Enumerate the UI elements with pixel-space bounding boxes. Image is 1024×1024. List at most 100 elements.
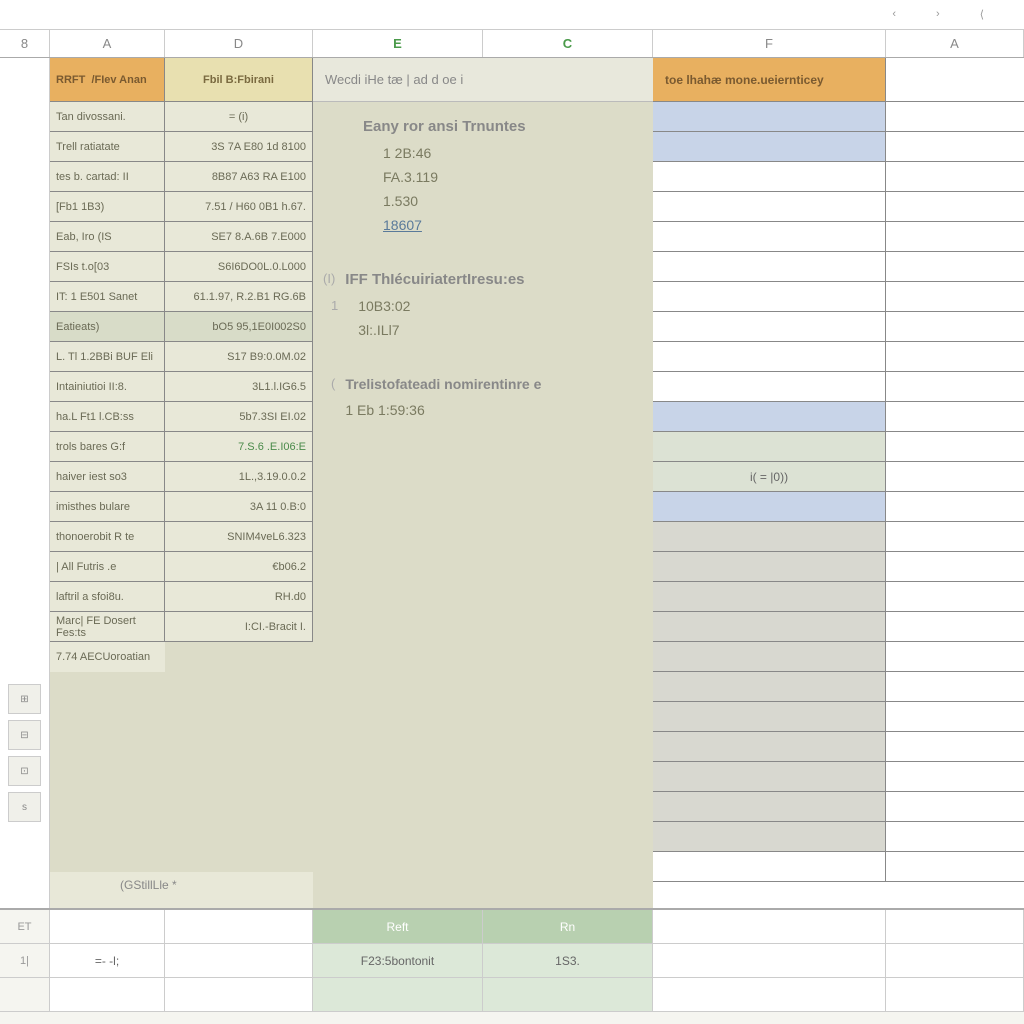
grid-cell[interactable] [886, 102, 1024, 131]
grid-cell[interactable] [886, 910, 1024, 943]
grid-cell[interactable] [886, 222, 1024, 251]
grid-cell[interactable] [653, 910, 886, 943]
grid-cell[interactable] [653, 552, 886, 581]
table-cell-label[interactable]: IT: 1 E501 Sanet [50, 282, 165, 311]
grid-cell[interactable] [653, 492, 886, 521]
table-cell-value[interactable]: bO5 95,1E0I002S0 [165, 312, 313, 341]
table-cell-label[interactable]: Eatieats) [50, 312, 165, 341]
grid-cell[interactable] [653, 432, 886, 461]
grid-cell[interactable] [653, 822, 886, 851]
grid-cell[interactable] [886, 702, 1024, 731]
grid-cell[interactable] [653, 792, 886, 821]
grid-cell[interactable] [886, 672, 1024, 701]
grid-cell[interactable] [886, 462, 1024, 491]
table-cell-label[interactable]: haiver iest so3 [50, 462, 165, 491]
grid-cell[interactable] [886, 792, 1024, 821]
sheet-tab-label[interactable]: (GStillLle * [50, 872, 313, 896]
col-header-c[interactable]: C [483, 30, 653, 57]
grid-cell[interactable] [653, 342, 886, 371]
col-header-f[interactable]: F [653, 30, 886, 57]
col-header-a[interactable]: A [50, 30, 165, 57]
table-cell-value[interactable]: SE7 8.A.6B 7.E000 [165, 222, 313, 251]
grid-header[interactable]: Rn [483, 910, 653, 943]
grid-cell[interactable] [886, 944, 1024, 977]
grid-cell[interactable] [886, 492, 1024, 521]
table-cell-label[interactable]: trols bares G:f [50, 432, 165, 461]
grid-cell[interactable] [886, 252, 1024, 281]
table-cell-value[interactable]: 3S 7A E80 1d 8100 [165, 132, 313, 161]
gutter-button[interactable]: s [8, 792, 41, 822]
table-cell-value[interactable]: I:CI.-Bracit I. [165, 612, 313, 641]
grid-cell[interactable] [886, 192, 1024, 221]
grid-cell[interactable] [886, 312, 1024, 341]
grid-cell[interactable] [165, 910, 313, 943]
table-cell-label[interactable]: | All Futris .e [50, 552, 165, 581]
table-cell-label[interactable]: Marc| FE Dosert Fes:ts [50, 612, 165, 641]
table-cell-label[interactable]: [Fb1 1B3) [50, 192, 165, 221]
row-number[interactable] [0, 978, 50, 1011]
grid-cell[interactable] [886, 552, 1024, 581]
row-number[interactable]: ET [0, 910, 50, 943]
grid-cell[interactable] [653, 402, 886, 431]
col-header-gutter[interactable]: 8 [0, 30, 50, 57]
table-cell-value[interactable]: 3L1.l.IG6.5 [165, 372, 313, 401]
grid-cell[interactable] [886, 582, 1024, 611]
grid-cell[interactable] [653, 252, 886, 281]
grid-cell[interactable] [653, 162, 886, 191]
grid-cell[interactable] [886, 522, 1024, 551]
grid-cell[interactable] [653, 522, 886, 551]
grid-cell[interactable] [886, 612, 1024, 641]
grid-cell[interactable] [886, 432, 1024, 461]
table-cell-label[interactable]: imisthes bulare [50, 492, 165, 521]
grid-cell[interactable] [886, 762, 1024, 791]
table-cell-value[interactable]: SNIM4veL6.323 [165, 522, 313, 551]
gutter-button[interactable]: ⊡ [8, 756, 41, 786]
table-cell-label[interactable]: ha.L Ft1 l.CB:ss [50, 402, 165, 431]
gutter-button[interactable]: ⊟ [8, 720, 41, 750]
grid-cell[interactable]: =- -l; [50, 944, 165, 977]
grid-cell[interactable] [653, 732, 886, 761]
table-cell-label[interactable]: laftril a sfoi8u. [50, 582, 165, 611]
table-cell-value[interactable] [165, 642, 313, 672]
table-cell-label[interactable]: Trell ratiatate [50, 132, 165, 161]
grid-cell[interactable] [886, 852, 1024, 881]
table-cell-value[interactable]: 61.1.97, R.2.B1 RG.6B [165, 282, 313, 311]
table-cell-value[interactable]: 7.S.6 .E.I06:E [165, 432, 313, 461]
table-cell-value[interactable]: 5b7.3SI EI.02 [165, 402, 313, 431]
table-cell-value[interactable]: S17 B9:0.0M.02 [165, 342, 313, 371]
grid-cell[interactable] [165, 944, 313, 977]
grid-cell-formula[interactable]: i( = |0)) [653, 462, 886, 491]
table-header-a[interactable]: RRFT /FIev Anan [50, 58, 165, 101]
table-cell-label[interactable]: 7.74 AECUoroatian [50, 642, 165, 672]
right-header[interactable]: toe lhahæ mone.ueiernticey [653, 58, 886, 102]
table-cell-value[interactable]: 3A 11 0.B:0 [165, 492, 313, 521]
table-cell-label[interactable]: Tan divossani. [50, 102, 165, 131]
table-cell-label[interactable]: tes b. cartad: II [50, 162, 165, 191]
grid-cell[interactable] [653, 852, 886, 881]
table-cell-value[interactable]: RH.d0 [165, 582, 313, 611]
table-cell-label[interactable]: FSIs t.o[03 [50, 252, 165, 281]
col-header-d[interactable]: D [165, 30, 313, 57]
grid-cell[interactable] [653, 282, 886, 311]
grid-cell[interactable] [886, 342, 1024, 371]
grid-cell[interactable] [653, 192, 886, 221]
table-cell-label[interactable]: thonoerobit R te [50, 522, 165, 551]
grid-cell[interactable] [886, 732, 1024, 761]
grid-cell[interactable] [50, 978, 165, 1011]
grid-cell[interactable] [653, 944, 886, 977]
table-cell-value[interactable]: S6I6DO0L.0.L000 [165, 252, 313, 281]
grid-cell[interactable] [886, 822, 1024, 851]
grid-cell[interactable] [653, 642, 886, 671]
grid-cell[interactable] [886, 162, 1024, 191]
grid-cell[interactable] [653, 222, 886, 251]
table-cell-value[interactable]: = (i) [165, 102, 313, 131]
grid-cell[interactable] [313, 978, 483, 1011]
grid-cell[interactable] [886, 642, 1024, 671]
grid-header[interactable]: Reft [313, 910, 483, 943]
table-cell-value[interactable]: 8B87 A63 RA E100 [165, 162, 313, 191]
table-cell-label[interactable]: L. Tl 1.2BBi BUF Eli [50, 342, 165, 371]
grid-cell[interactable] [653, 672, 886, 701]
grid-cell[interactable]: F23:5bontonit [313, 944, 483, 977]
table-cell-value[interactable]: 7.51 / H60 0B1 h.67. [165, 192, 313, 221]
table-cell-label[interactable]: Intainiutioi II:8. [50, 372, 165, 401]
